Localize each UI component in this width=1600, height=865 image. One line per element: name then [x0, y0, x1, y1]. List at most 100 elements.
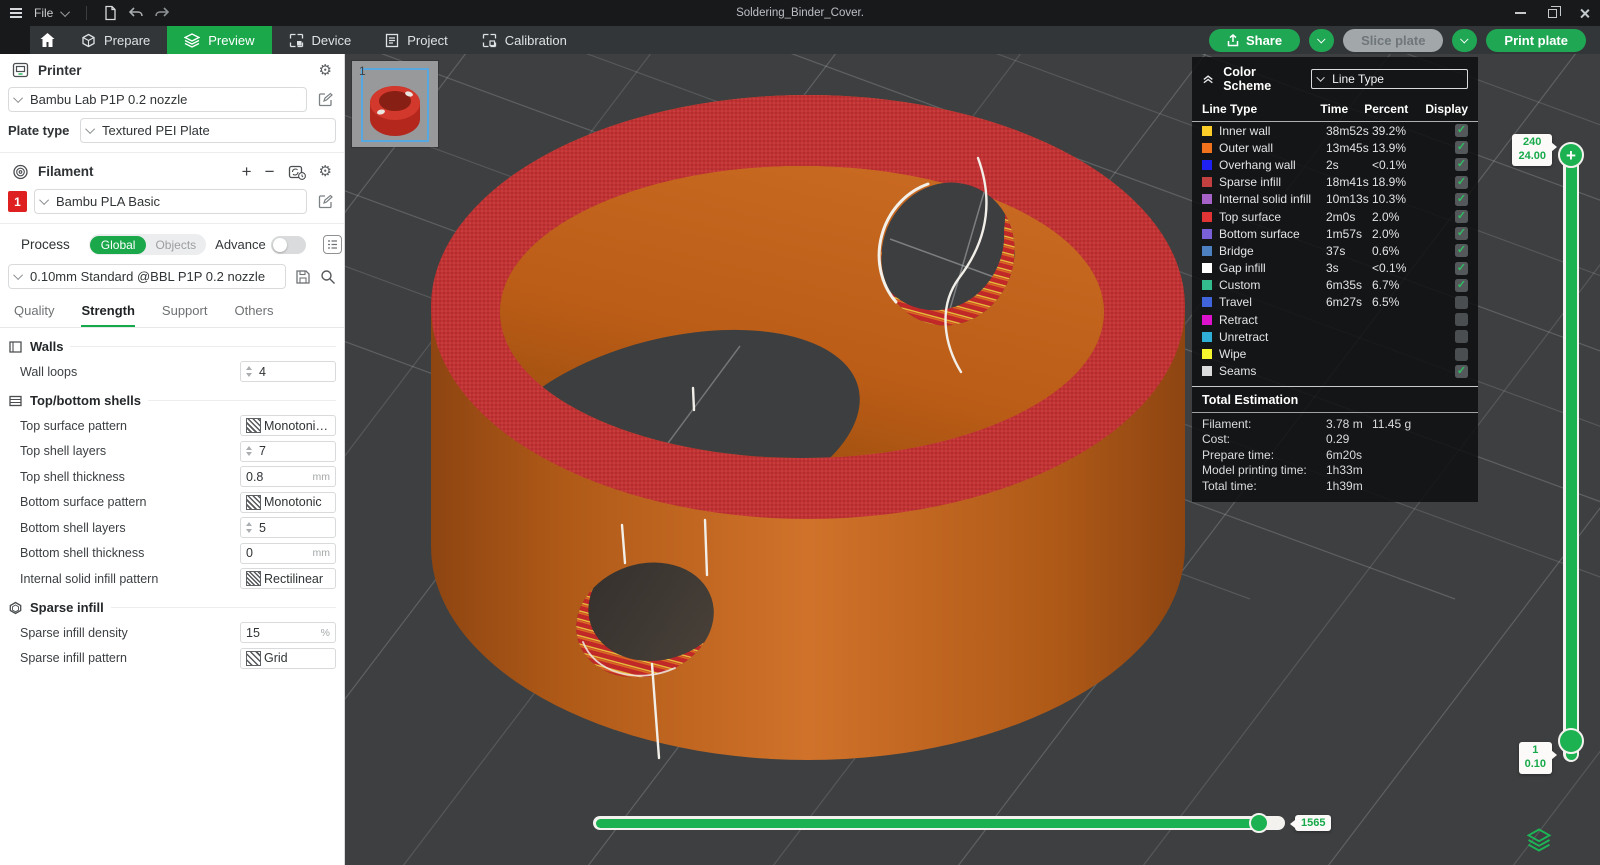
collapse-icon[interactable]	[1202, 73, 1214, 85]
display-checkbox[interactable]: ✓	[1455, 192, 1468, 206]
tab-support[interactable]: Support	[162, 303, 208, 327]
step-slider-handle[interactable]	[1249, 813, 1269, 833]
setting-input-wall-loops[interactable]: 4	[240, 361, 336, 382]
printer-edit-button[interactable]	[314, 89, 336, 111]
tab-project[interactable]: Project	[368, 26, 464, 54]
remove-filament-button[interactable]: −	[265, 163, 275, 180]
menu-icon[interactable]	[10, 8, 22, 18]
stepper-down-icon[interactable]	[246, 528, 252, 533]
legend-row-travel: Travel 6m27s 6.5% ✓	[1192, 294, 1478, 311]
layer-slider-track[interactable]	[1563, 150, 1579, 762]
new-file-icon[interactable]	[103, 5, 118, 21]
display-checkbox[interactable]: ✓	[1455, 261, 1468, 275]
tab-prepare[interactable]: Prepare	[64, 26, 167, 54]
tab-preview[interactable]: Preview	[167, 26, 272, 54]
display-checkbox[interactable]: ✓	[1455, 227, 1468, 241]
display-checkbox[interactable]: ✓	[1455, 210, 1468, 224]
tab-others[interactable]: Others	[234, 303, 273, 327]
setting-input-top-shell-thickness[interactable]: 0.8 mm	[240, 466, 336, 487]
printer-preset-select[interactable]: Bambu Lab P1P 0.2 nozzle	[8, 87, 307, 112]
print-dropdown-button[interactable]	[1452, 28, 1478, 52]
tab-quality[interactable]: Quality	[14, 303, 54, 327]
setting-label: Wall loops	[20, 364, 78, 379]
divider	[0, 223, 344, 224]
display-checkbox[interactable]: ✓	[1455, 347, 1468, 361]
display-checkbox[interactable]: ✓	[1455, 141, 1468, 155]
layers-view-button[interactable]	[1525, 826, 1553, 854]
printer-settings-gear-icon[interactable]: ⚙	[319, 63, 332, 78]
setting-row-internal-solid-infill-pattern: Internal solid infill pattern Rectilinear	[20, 568, 336, 589]
stepper-arrows[interactable]	[246, 366, 252, 377]
step-slider-track[interactable]	[593, 816, 1285, 830]
window-close-button[interactable]	[1579, 8, 1590, 19]
display-checkbox[interactable]: ✓	[1455, 175, 1468, 189]
slice-plate-button[interactable]: Slice plate	[1343, 28, 1444, 52]
setting-input-sparse-infill-pattern[interactable]: Grid	[240, 647, 336, 669]
scope-objects[interactable]: Objects	[146, 236, 205, 254]
setting-input-internal-solid-infill-pattern[interactable]: Rectilinear	[240, 568, 336, 589]
stepper-down-icon[interactable]	[246, 372, 252, 377]
process-preset-select[interactable]: 0.10mm Standard @BBL P1P 0.2 nozzle	[8, 264, 286, 289]
viewport-3d[interactable]: 1 Color Scheme Line Type Line Type Time …	[345, 54, 1600, 865]
layer-slider-bottom-handle[interactable]	[1558, 728, 1584, 754]
filament-settings-gear-icon[interactable]: ⚙	[319, 164, 332, 179]
filament-slot-badge[interactable]: 1	[8, 191, 27, 212]
home-icon	[40, 33, 54, 47]
setting-label: Sparse infill density	[20, 625, 128, 640]
display-checkbox[interactable]: ✓	[1455, 244, 1468, 258]
stepper-down-icon[interactable]	[246, 452, 252, 457]
print-plate-button[interactable]: Print plate	[1486, 28, 1586, 52]
stepper-arrows[interactable]	[246, 522, 252, 533]
stepper-up-icon[interactable]	[246, 522, 252, 527]
line-type-swatch	[1202, 177, 1212, 188]
section-title: Top/bottom shells	[30, 393, 141, 408]
filament-preset-select[interactable]: Bambu PLA Basic	[34, 189, 307, 214]
window-maximize-button[interactable]	[1548, 5, 1561, 18]
file-menu[interactable]: File	[34, 6, 53, 20]
display-checkbox[interactable]: ✓	[1455, 278, 1468, 292]
chevron-down-icon[interactable]	[60, 6, 71, 17]
display-checkbox[interactable]: ✓	[1455, 330, 1468, 344]
plate-thumbnail[interactable]: 1	[352, 61, 438, 147]
add-filament-button[interactable]: +	[242, 163, 252, 180]
step-slider[interactable]: 1565	[593, 812, 1353, 836]
stepper-arrows[interactable]	[246, 445, 252, 457]
advance-toggle[interactable]	[270, 235, 306, 254]
process-list-icon[interactable]	[322, 235, 342, 254]
filament-edit-button[interactable]	[314, 191, 336, 213]
tab-device[interactable]: Device	[272, 26, 369, 54]
scope-global[interactable]: Global	[89, 235, 147, 254]
color-scheme-select[interactable]: Line Type	[1311, 69, 1468, 89]
stepper-up-icon[interactable]	[246, 366, 252, 371]
display-checkbox[interactable]: ✓	[1455, 124, 1468, 138]
setting-input-bottom-surface-pattern[interactable]: Monotonic	[240, 491, 336, 513]
setting-input-bottom-shell-thickness[interactable]: 0 mm	[240, 542, 336, 564]
stepper-up-icon[interactable]	[246, 445, 252, 450]
window-minimize-button[interactable]	[1515, 12, 1526, 14]
tab-calibration[interactable]: Calibration	[465, 26, 584, 54]
setting-input-bottom-shell-layers[interactable]: 5	[240, 517, 336, 538]
layer-slider-top-handle[interactable]: +	[1558, 142, 1584, 168]
share-button[interactable]: Share	[1208, 28, 1301, 52]
redo-icon[interactable]	[154, 6, 170, 20]
plate-type-select[interactable]: Textured PEI Plate	[80, 118, 336, 143]
tab-strength[interactable]: Strength	[81, 303, 135, 327]
estimation-value: 1h39m	[1326, 478, 1363, 493]
slice-dropdown-button[interactable]	[1309, 28, 1335, 52]
setting-input-top-shell-layers[interactable]: 7	[240, 440, 336, 462]
layer-range-slider[interactable]: + 240 24.00 1 0.10	[1512, 134, 1585, 794]
legend-title: Color Scheme	[1223, 65, 1272, 93]
ams-sync-icon[interactable]	[288, 164, 306, 180]
setting-input-top-surface-pattern[interactable]: Monotonic ...	[240, 415, 336, 436]
search-icon[interactable]	[320, 269, 336, 285]
save-preset-icon[interactable]	[295, 269, 311, 285]
display-checkbox[interactable]: ✓	[1455, 158, 1468, 172]
setting-input-sparse-infill-density[interactable]: 15%	[240, 622, 336, 643]
display-checkbox[interactable]: ✓	[1455, 295, 1468, 309]
home-button[interactable]	[30, 26, 64, 54]
model-ring[interactable]	[431, 95, 1185, 760]
undo-icon[interactable]	[128, 6, 144, 20]
display-checkbox[interactable]: ✓	[1455, 364, 1468, 378]
display-checkbox[interactable]: ✓	[1455, 313, 1468, 327]
process-scope-toggle[interactable]: Global Objects	[88, 234, 207, 255]
